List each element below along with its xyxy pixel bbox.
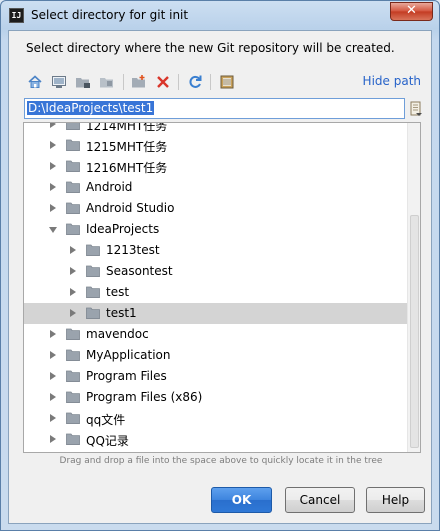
module-icon[interactable]: [98, 73, 116, 91]
collapse-arrow-icon[interactable]: [70, 246, 76, 254]
help-button[interactable]: Help: [366, 487, 425, 513]
description-text: Select directory where the new Git repos…: [26, 41, 395, 55]
collapse-arrow-icon[interactable]: [50, 435, 56, 443]
tree-row[interactable]: test1: [24, 303, 408, 324]
path-history-icon[interactable]: [409, 99, 423, 119]
folder-icon: [66, 223, 80, 235]
tree-row-label: Android Studio: [86, 201, 175, 215]
folder-icon: [86, 286, 100, 298]
tree-row-label: test: [106, 285, 130, 299]
home-icon[interactable]: [26, 73, 44, 91]
path-value: D:\IdeaProjects\test1: [27, 101, 155, 115]
folder-icon: [66, 349, 80, 361]
folder-icon: [66, 139, 80, 151]
intellij-app-icon: IJ: [9, 8, 24, 23]
tree-row-label: qq文件: [86, 413, 126, 427]
new-folder-icon[interactable]: [130, 73, 148, 91]
folder-icon: [66, 412, 80, 424]
folder-icon: [66, 160, 80, 172]
tree-row[interactable]: Android: [24, 177, 408, 198]
tree-row-label: test1: [106, 306, 137, 320]
collapse-arrow-icon[interactable]: [50, 123, 56, 128]
folder-icon: [66, 370, 80, 382]
tree-row[interactable]: mavendoc: [24, 324, 408, 345]
tree-row-label: Program Files (x86): [86, 390, 203, 404]
folder-icon: [66, 328, 80, 340]
tree-row-label: QQ记录: [86, 434, 129, 448]
show-hidden-icon[interactable]: [218, 73, 236, 91]
tree-row[interactable]: QQ记录: [24, 429, 408, 450]
tree-row-label: 1215MHT任务: [86, 140, 168, 154]
dialog-window: IJ Select directory for git init ✕ Selec…: [0, 0, 440, 531]
tree-row[interactable]: 1213test: [24, 240, 408, 261]
collapse-arrow-icon[interactable]: [50, 204, 56, 212]
tree-row-label: Program Files: [86, 369, 167, 383]
tree-row[interactable]: 1214MHT任务: [24, 122, 408, 135]
tree-row[interactable]: 1216MHT任务: [24, 156, 408, 177]
tree-row-label: 1216MHT任务: [86, 161, 168, 175]
collapse-arrow-icon[interactable]: [50, 330, 56, 338]
refresh-icon[interactable]: [186, 73, 204, 91]
toolbar-separator: [123, 74, 124, 90]
folder-icon: [86, 244, 100, 256]
collapse-arrow-icon[interactable]: [50, 141, 56, 149]
collapse-arrow-icon[interactable]: [50, 372, 56, 380]
tree-row[interactable]: test: [24, 282, 408, 303]
title-bar[interactable]: IJ Select directory for git init ✕: [1, 1, 439, 30]
hide-path-link[interactable]: Hide path: [363, 74, 421, 88]
folder-icon: [66, 202, 80, 214]
tree-row[interactable]: 1215MHT任务: [24, 135, 408, 156]
tree-row[interactable]: Seasontest: [24, 261, 408, 282]
tree-row[interactable]: MyApplication: [24, 345, 408, 366]
tree-row[interactable]: qq文件: [24, 408, 408, 429]
tree-row[interactable]: Program Files: [24, 366, 408, 387]
folder-icon: [86, 307, 100, 319]
tree-row[interactable]: Program Files (x86): [24, 387, 408, 408]
directory-tree[interactable]: 1214MHT任务 1215MHT任务 1216MHT任务 Android Androi…: [23, 122, 421, 453]
close-button[interactable]: ✕: [390, 2, 433, 21]
tree-row-label: Seasontest: [106, 264, 173, 278]
tree-row[interactable]: Android Studio: [24, 198, 408, 219]
desktop-icon[interactable]: [50, 73, 68, 91]
toolbar-separator: [178, 74, 179, 90]
window-title: Select directory for git init: [31, 8, 189, 22]
folder-icon: [66, 123, 80, 130]
project-icon[interactable]: [74, 73, 92, 91]
path-field[interactable]: D:\IdeaProjects\test1: [24, 98, 405, 119]
delete-icon[interactable]: [154, 73, 172, 91]
collapse-arrow-icon[interactable]: [50, 393, 56, 401]
tree-row-label: 1213test: [106, 243, 160, 257]
collapse-arrow-icon[interactable]: [70, 288, 76, 296]
collapse-arrow-icon[interactable]: [50, 414, 56, 422]
folder-icon: [66, 181, 80, 193]
folder-icon: [66, 433, 80, 445]
toolbar-separator: [210, 74, 211, 90]
tree-row-label: 1214MHT任务: [86, 122, 168, 133]
collapse-arrow-icon[interactable]: [70, 309, 76, 317]
tree-row[interactable]: IdeaProjects: [24, 219, 408, 240]
folder-icon: [86, 265, 100, 277]
collapse-arrow-icon[interactable]: [50, 162, 56, 170]
folder-icon: [66, 391, 80, 403]
cancel-button[interactable]: Cancel: [285, 487, 355, 513]
tree-row-label: MyApplication: [86, 348, 171, 362]
ok-button[interactable]: OK: [211, 487, 272, 513]
dialog-content: Select directory where the new Git repos…: [8, 30, 432, 524]
tree-row-label: Android: [86, 180, 133, 194]
tree-row-label: IdeaProjects: [86, 222, 160, 236]
tree-row-label: mavendoc: [86, 327, 149, 341]
expand-arrow-icon[interactable]: [49, 227, 57, 233]
collapse-arrow-icon[interactable]: [70, 267, 76, 275]
scrollbar-thumb[interactable]: [410, 215, 419, 448]
drag-drop-hint: Drag and drop a file into the space abov…: [59, 456, 383, 466]
collapse-arrow-icon[interactable]: [50, 351, 56, 359]
collapse-arrow-icon[interactable]: [50, 183, 56, 191]
tree-scrollbar[interactable]: [407, 123, 420, 452]
